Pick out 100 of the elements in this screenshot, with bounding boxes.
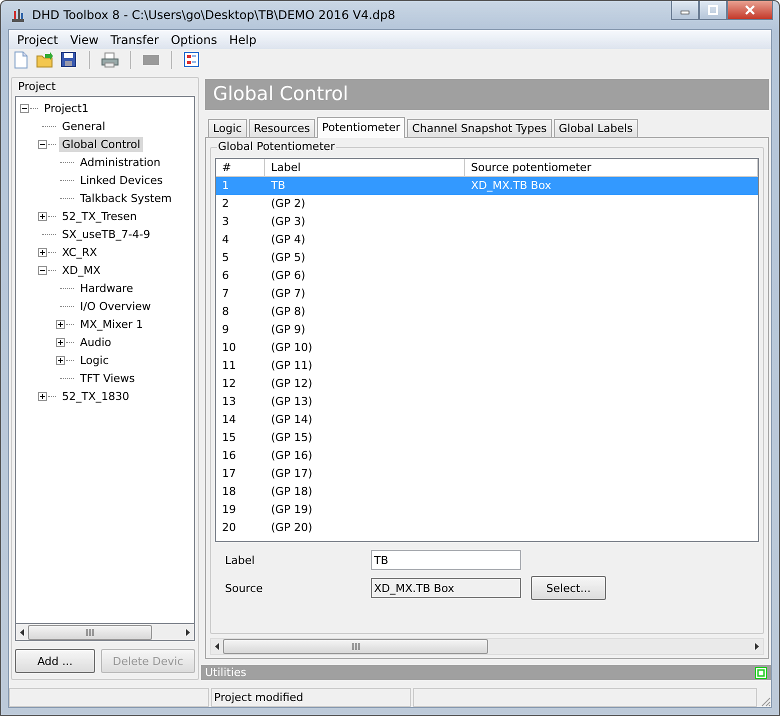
tree-item[interactable]: Project1: [41, 100, 92, 116]
grip-icon: [86, 628, 94, 636]
menu-item[interactable]: Options: [164, 32, 224, 46]
tree-item[interactable]: SX_useTB_7-4-9: [59, 226, 154, 242]
tab[interactable]: Logic: [208, 119, 247, 137]
table-row[interactable]: 14 (GP 14): [216, 411, 758, 429]
field-label: Source: [225, 582, 264, 594]
table-row[interactable]: 4 (GP 4): [216, 231, 758, 249]
maximize-button[interactable]: [699, 1, 727, 20]
table-row[interactable]: 18 (GP 18): [216, 483, 758, 501]
tree-item[interactable]: XC_RX: [59, 244, 100, 260]
table-cell-text: (GP 13): [270, 394, 314, 410]
collapse-icon[interactable]: [38, 266, 47, 274]
left-arrow-icon[interactable]: [20, 628, 24, 636]
menu-item[interactable]: View: [64, 32, 105, 46]
checklist-icon[interactable]: [183, 51, 201, 69]
table-row[interactable]: 5 (GP 5): [216, 249, 758, 267]
right-arrow-icon[interactable]: [186, 628, 190, 636]
table-cell-text: 16: [221, 448, 237, 464]
tree-item[interactable]: Global Control: [59, 136, 144, 152]
right-arrow-icon[interactable]: [755, 643, 759, 650]
table-cell-text: 17: [221, 466, 237, 482]
collapse-icon[interactable]: [20, 104, 29, 112]
table-cell-text: (GP 10): [270, 340, 314, 356]
table-cell-text: (GP 11): [270, 358, 314, 374]
table-row[interactable]: 13 (GP 13): [216, 393, 758, 411]
table-cell-text: 15: [221, 430, 237, 446]
save-icon[interactable]: [60, 51, 78, 69]
table-row[interactable]: 17 (GP 17): [216, 465, 758, 483]
table-row[interactable]: 16 (GP 16): [216, 447, 758, 465]
table-cell-text: (GP 14): [270, 412, 314, 428]
table-row[interactable]: 7 (GP 7): [216, 285, 758, 303]
menu-item[interactable]: Project: [11, 32, 64, 46]
tree-item[interactable]: MX_Mixer 1: [77, 316, 146, 332]
table-row[interactable]: 9 (GP 9): [216, 321, 758, 339]
table-row[interactable]: 11 (GP 11): [216, 357, 758, 375]
tree-item[interactable]: Audio: [77, 334, 114, 350]
table-row[interactable]: 10 (GP 10): [216, 339, 758, 357]
table-cell-text: 3: [221, 214, 230, 230]
printer-icon[interactable]: [101, 51, 119, 69]
expand-icon[interactable]: [56, 320, 65, 328]
column-header[interactable]: #: [216, 159, 265, 176]
left-arrow-icon[interactable]: [215, 643, 219, 650]
window-title: DHD Toolbox 8 - C:\Users\go\Desktop\TB\DEMO 2016 V4.dp8: [32, 8, 396, 22]
expand-icon[interactable]: [38, 212, 47, 220]
horizontal-scrollbar[interactable]: [15, 624, 195, 641]
table-row[interactable]: 15 (GP 15): [216, 429, 758, 447]
tree-item[interactable]: TFT Views: [77, 370, 138, 386]
tree-item[interactable]: XD_MX: [59, 262, 104, 278]
open-folder-icon[interactable]: [36, 51, 54, 69]
menu-item[interactable]: Transfer: [104, 32, 165, 46]
minimize-button[interactable]: [671, 1, 699, 20]
expand-icon[interactable]: [38, 392, 47, 400]
label-field[interactable]: TB: [371, 550, 521, 570]
tab[interactable]: Channel Snapshot Types: [407, 119, 552, 137]
scroll-thumb[interactable]: [223, 639, 488, 654]
resize-grip-icon[interactable]: [759, 695, 771, 707]
add-button[interactable]: Add ...: [15, 649, 95, 673]
expand-icon[interactable]: [38, 248, 47, 256]
tree-item[interactable]: Administration: [77, 154, 164, 170]
tree-item[interactable]: I/O Overview: [77, 298, 154, 314]
close-icon: [745, 5, 755, 15]
tree-item[interactable]: Logic: [77, 352, 112, 368]
expand-icon[interactable]: [56, 356, 65, 364]
scroll-thumb[interactable]: [28, 624, 152, 640]
table-cell-text: TB: [270, 178, 286, 194]
table-row[interactable]: 2 (GP 2): [216, 195, 758, 213]
tab[interactable]: Potentiometer: [316, 117, 406, 138]
table-row[interactable]: 12 (GP 12): [216, 375, 758, 393]
table-cell-text: (GP 19): [270, 502, 314, 518]
tree-item[interactable]: 52_TX_1830: [59, 388, 132, 404]
grip-icon: [352, 643, 360, 650]
tree-item[interactable]: Hardware: [77, 280, 136, 296]
tab[interactable]: Resources: [248, 119, 315, 137]
column-header[interactable]: Source potentiometer: [465, 159, 758, 176]
table-row[interactable]: 8 (GP 8): [216, 303, 758, 321]
close-button[interactable]: [727, 1, 773, 20]
collapse-icon[interactable]: [38, 140, 47, 148]
menu-item[interactable]: Help: [223, 32, 262, 46]
field-label: Label: [225, 554, 256, 566]
new-file-icon[interactable]: [12, 51, 30, 69]
table-cell-text: 8: [221, 304, 230, 320]
tab[interactable]: Global Labels: [554, 119, 638, 137]
group-title: Global Potentiometer: [217, 140, 336, 153]
table-row[interactable]: 19 (GP 19): [216, 501, 758, 519]
table-row[interactable]: 6 (GP 6): [216, 267, 758, 285]
table-row[interactable]: 20 (GP 20): [216, 519, 758, 537]
restore-icon[interactable]: [755, 666, 767, 678]
tree-item[interactable]: Linked Devices: [77, 172, 166, 188]
table-cell-text: (GP 12): [270, 376, 314, 392]
select-button[interactable]: Select...: [531, 576, 606, 600]
section-header: Global Control: [205, 79, 769, 110]
tree-item[interactable]: 52_TX_Tresen: [59, 208, 140, 224]
table-cell-text: (GP 5): [270, 250, 306, 266]
tree-item[interactable]: General: [59, 118, 108, 134]
tree-item[interactable]: Talkback System: [77, 190, 175, 206]
table-cell-text: 6: [221, 268, 230, 284]
column-header[interactable]: Label: [265, 159, 465, 176]
table-row[interactable]: 3 (GP 3): [216, 213, 758, 231]
expand-icon[interactable]: [56, 338, 65, 346]
